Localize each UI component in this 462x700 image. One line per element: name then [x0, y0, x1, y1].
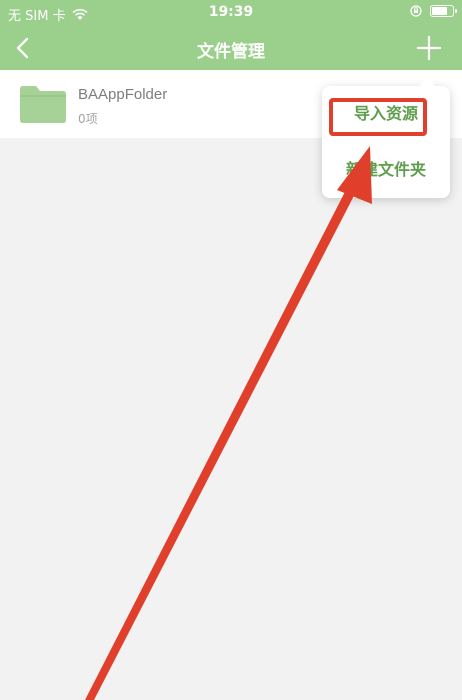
- orientation-lock-icon: [410, 5, 422, 17]
- add-button[interactable]: [416, 35, 442, 61]
- status-bar: 无 SIM 卡 19:39: [0, 0, 462, 26]
- menu-item-new-folder[interactable]: 新建文件夹: [322, 156, 450, 180]
- status-time: 19:39: [208, 4, 254, 20]
- folder-icon: [20, 86, 66, 123]
- arrow-shaft: [85, 182, 359, 700]
- page-title: 文件管理: [197, 42, 265, 62]
- folder-name: BAAppFolder: [78, 86, 168, 103]
- folder-item-count: 0项: [78, 112, 98, 126]
- plus-icon: [416, 35, 442, 61]
- battery-icon: [430, 5, 457, 17]
- battery-level: [432, 7, 448, 15]
- nav-bar: 文件管理: [0, 26, 462, 70]
- annotation-highlight-box: [329, 98, 427, 136]
- status-right: [410, 5, 457, 17]
